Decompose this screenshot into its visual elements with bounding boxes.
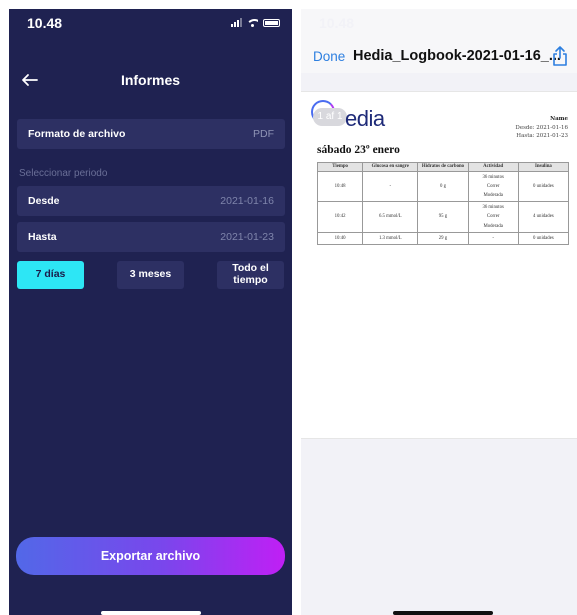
informes-screen: 10.48 Informes Formato de archivo PDF Se… bbox=[9, 9, 292, 615]
chip-7-days[interactable]: 7 días bbox=[17, 261, 84, 289]
activity-type: Correr bbox=[486, 184, 500, 190]
logo-text: edia bbox=[345, 106, 385, 131]
format-label: Formato de archivo bbox=[28, 128, 126, 140]
table-row: 10:40 1.3 mmol/L 29 g - 0 unidades bbox=[316, 231, 570, 245]
chip-7-days-label: 7 días bbox=[35, 268, 66, 281]
preview-header: 10.48 Done Hedia_Logbook-2021-01-16_... bbox=[301, 9, 577, 73]
cell-insulin: 0 unidades bbox=[517, 170, 570, 203]
activity-duration: 36 minutos bbox=[482, 175, 504, 180]
from-value: 2021-01-16 bbox=[220, 195, 274, 207]
col-header: Insulina bbox=[517, 162, 570, 172]
table-row: 10:48 - 0 g 36 minutos Correr Moderada 0… bbox=[316, 170, 570, 203]
format-value: PDF bbox=[253, 128, 274, 140]
share-icon[interactable] bbox=[551, 45, 569, 67]
table-header-row: Tiempo Glucosa en sangre Hidratos de car… bbox=[316, 162, 570, 172]
col-header: Glucosa en sangre bbox=[362, 162, 419, 172]
cell-insulin: 4 unidades bbox=[517, 201, 570, 233]
status-time: 10.48 bbox=[27, 15, 63, 31]
chip-all-time[interactable]: Todo el tiempo bbox=[217, 261, 284, 289]
logbook-table: Tiempo Glucosa en sangre Hidratos de car… bbox=[316, 162, 570, 245]
status-bar: 10.48 bbox=[9, 9, 292, 39]
cell-glucose: - bbox=[362, 170, 419, 203]
cell-activity: - bbox=[467, 231, 519, 245]
export-button[interactable]: Exportar archivo bbox=[16, 537, 285, 575]
cell-carbs: 29 g bbox=[417, 231, 469, 245]
to-date-row[interactable]: Hasta 2021-01-23 bbox=[17, 222, 285, 252]
report-date-heading: sábado 23º enero bbox=[317, 144, 400, 156]
status-bar: 10.48 bbox=[301, 9, 577, 39]
chip-3-months-label: 3 meses bbox=[129, 268, 172, 281]
chip-3-months[interactable]: 3 meses bbox=[117, 261, 184, 289]
activity-intensity: Moderada bbox=[483, 223, 503, 229]
cell-glucose: 6.5 mmol/L bbox=[362, 201, 419, 233]
preview-toolbar: Done Hedia_Logbook-2021-01-16_... bbox=[301, 46, 577, 73]
report-from: Desde: 2021-01-16 bbox=[515, 125, 568, 131]
cell-insulin: 0 unidades bbox=[517, 231, 570, 245]
table-row: 10:42 6.5 mmol/L 95 g 36 minutos Correr … bbox=[316, 201, 570, 233]
to-label: Hasta bbox=[28, 231, 57, 243]
signal-icon bbox=[231, 18, 242, 27]
activity-type: Correr bbox=[486, 214, 500, 220]
wifi-icon bbox=[247, 18, 258, 27]
page-count-badge: 1 af 1 bbox=[313, 108, 347, 126]
cell-time: 10:40 bbox=[316, 231, 364, 245]
home-indicator bbox=[101, 611, 201, 615]
cell-time: 10:42 bbox=[316, 201, 364, 233]
cell-carbs: 95 g bbox=[417, 201, 469, 233]
cell-activity: 36 minutos Correr Moderada bbox=[467, 170, 519, 203]
battery-icon bbox=[263, 18, 280, 27]
cell-glucose: 1.3 mmol/L bbox=[362, 231, 419, 245]
done-button[interactable]: Done bbox=[313, 49, 345, 64]
status-time: 10.48 bbox=[319, 15, 355, 31]
format-row[interactable]: Formato de archivo PDF bbox=[17, 119, 285, 149]
file-name: Hedia_Logbook-2021-01-16_... bbox=[353, 48, 561, 64]
activity-intensity: Moderada bbox=[483, 193, 503, 199]
page-title: Informes bbox=[120, 72, 181, 88]
from-label: Desde bbox=[28, 195, 60, 207]
nav-bar: Informes bbox=[9, 69, 292, 93]
pdf-preview-screen: 10.48 Done Hedia_Logbook-2021-01-16_... … bbox=[301, 9, 577, 615]
col-header: Tiempo bbox=[316, 162, 364, 172]
report-to: Hasta: 2021-01-23 bbox=[516, 133, 568, 139]
report-name: Name bbox=[550, 116, 568, 122]
activity-duration: 36 minutos bbox=[482, 205, 504, 211]
to-value: 2021-01-23 bbox=[220, 231, 274, 243]
chip-all-time-label-2: tiempo bbox=[233, 274, 268, 286]
period-section-label: Seleccionar periodo bbox=[19, 168, 108, 179]
home-indicator bbox=[393, 611, 493, 615]
cell-time: 10:48 bbox=[316, 170, 364, 203]
pdf-page[interactable]: 1 af 1 edia Name Desde: 2021-01-16 Hasta… bbox=[301, 91, 577, 439]
cell-activity: 36 minutos Correr Moderada bbox=[467, 201, 519, 233]
col-header: Actividad bbox=[467, 162, 519, 172]
status-icons bbox=[231, 18, 280, 27]
col-header: Hidratos de carbono bbox=[417, 162, 469, 172]
cell-carbs: 0 g bbox=[417, 170, 469, 203]
from-date-row[interactable]: Desde 2021-01-16 bbox=[17, 186, 285, 216]
